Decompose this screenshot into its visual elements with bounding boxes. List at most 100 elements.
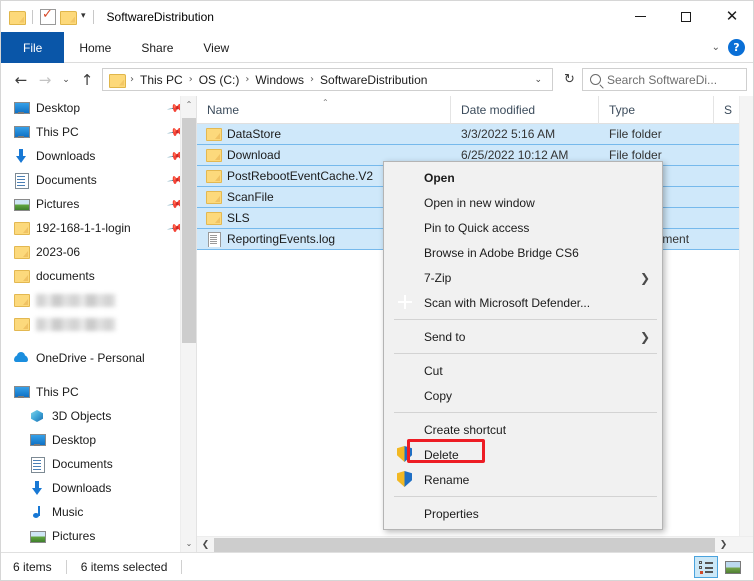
sidebar-item-3d-objects[interactable]: 3D Objects (1, 404, 196, 428)
folder-icon (205, 147, 222, 163)
ribbon-tabs: File Home Share View ⌄ ? (1, 32, 753, 63)
sidebar-item-pictures[interactable]: Pictures 📌 (1, 192, 196, 216)
menu-item-properties[interactable]: Properties (384, 501, 662, 526)
menu-item-scan-with-defender[interactable]: Scan with Microsoft Defender... (384, 290, 662, 315)
chevron-down-icon[interactable]: ⌄ (712, 42, 720, 53)
chevron-down-icon[interactable]: ▾ (81, 12, 86, 21)
tab-file[interactable]: File (1, 32, 65, 63)
sidebar-item-label: This PC (36, 125, 79, 139)
horizontal-scrollbar[interactable]: ❮ ❯ (197, 536, 753, 553)
scrollbar-thumb[interactable] (214, 537, 715, 552)
column-header-type[interactable]: Type (599, 96, 714, 124)
folder-icon (13, 220, 30, 236)
sidebar-item-label: 192-168-1-1-login (36, 221, 131, 235)
help-icon[interactable]: ? (728, 38, 745, 56)
scroll-up-icon[interactable]: ⌃ (181, 96, 196, 113)
sidebar-item-downloads[interactable]: Downloads 📌 (1, 144, 196, 168)
column-label: Date modified (461, 103, 536, 117)
selection-count: 6 items selected (80, 560, 168, 574)
details-view-button[interactable] (694, 556, 718, 578)
log-file-icon (205, 231, 221, 247)
column-header-date-modified[interactable]: Date modified (451, 96, 599, 124)
sidebar-item-192-168-1-1-login[interactable]: 192-168-1-1-login 📌 (1, 216, 196, 240)
window-controls: ✕ (617, 1, 753, 32)
window-title: SoftwareDistribution (106, 9, 214, 24)
sidebar-item-this-pc-root[interactable]: This PC (1, 380, 196, 404)
search-input[interactable]: Search SoftwareDi... (582, 68, 747, 91)
menu-item-create-shortcut[interactable]: Create shortcut (384, 417, 662, 442)
sidebar-item-documents-folder[interactable]: documents (1, 264, 196, 288)
sidebar-item-label: This PC (36, 385, 79, 399)
close-icon: ✕ (725, 7, 739, 25)
3d-objects-icon (29, 408, 45, 424)
document-icon (29, 456, 45, 473)
file-date-modified: 3/3/2022 5:16 AM (461, 127, 556, 141)
sidebar-item-pictures-pc[interactable]: Pictures (1, 524, 196, 548)
document-icon (13, 172, 29, 189)
refresh-button[interactable]: ↻ (557, 68, 582, 91)
sidebar-item-documents-pc[interactable]: Documents (1, 452, 196, 476)
file-name: Download (227, 148, 281, 162)
menu-item-pin-to-quick-access[interactable]: Pin to Quick access (384, 215, 662, 240)
table-row[interactable]: DataStore 3/3/2022 5:16 AM File folder (197, 124, 753, 145)
large-icons-view-icon (725, 560, 741, 574)
column-header-name[interactable]: Name ⌃ (197, 96, 451, 124)
file-type: File folder (609, 148, 662, 162)
sidebar-item-label-redacted (36, 293, 116, 307)
sidebar-item-this-pc[interactable]: This PC 📌 (1, 120, 196, 144)
menu-item-rename[interactable]: Rename (384, 467, 662, 492)
properties-checkmark-icon[interactable] (40, 7, 56, 25)
tab-share[interactable]: Share (126, 32, 188, 63)
sidebar-item-label: 3D Objects (52, 409, 112, 423)
breadcrumb-item-windows[interactable]: Windows (252, 73, 307, 87)
menu-item-copy[interactable]: Copy (384, 383, 662, 408)
sidebar-item-music[interactable]: Music (1, 500, 196, 524)
recent-locations-button[interactable]: ⌄ (57, 68, 75, 92)
back-button[interactable]: ← (9, 68, 33, 92)
sidebar-scrollbar[interactable]: ⌃ ⌄ (180, 96, 196, 552)
file-list-scrollbar[interactable] (739, 96, 753, 552)
folder-icon[interactable] (9, 10, 26, 25)
sidebar-item-2023-06[interactable]: 2023-06 (1, 240, 196, 264)
breadcrumb[interactable]: › This PC › OS (C:) › Windows › Software… (102, 68, 553, 91)
sidebar-item-redacted-2[interactable] (1, 312, 196, 336)
sidebar-item-label: Documents (36, 173, 97, 187)
scroll-left-icon[interactable]: ❮ (197, 537, 214, 553)
sidebar-item-desktop[interactable]: Desktop 📌 (1, 96, 196, 120)
menu-item-browse-in-adobe-bridge[interactable]: Browse in Adobe Bridge CS6 (384, 240, 662, 265)
menu-item-label: Scan with Microsoft Defender... (424, 295, 591, 310)
maximize-button[interactable] (663, 1, 709, 32)
up-button[interactable]: ↑ (75, 68, 99, 92)
chevron-down-icon[interactable]: ⌄ (526, 75, 550, 85)
scroll-right-icon[interactable]: ❯ (715, 537, 732, 553)
menu-item-delete[interactable]: Delete (384, 439, 662, 467)
menu-item-open[interactable]: Open (384, 165, 662, 190)
tab-view[interactable]: View (188, 32, 244, 63)
menu-separator (394, 496, 657, 497)
item-count: 6 items (13, 560, 52, 574)
breadcrumb-item-softwaredistribution[interactable]: SoftwareDistribution (317, 73, 430, 87)
breadcrumb-item-os-c[interactable]: OS (C:) (196, 73, 243, 87)
menu-item-send-to[interactable]: Send to ❯ (384, 324, 662, 349)
view-mode-buttons (694, 556, 753, 578)
sidebar-item-redacted-1[interactable] (1, 288, 196, 312)
menu-item-open-in-new-window[interactable]: Open in new window (384, 190, 662, 215)
minimize-button[interactable] (617, 1, 663, 32)
details-view-icon (698, 560, 714, 574)
breadcrumb-separator: › (130, 74, 134, 85)
sidebar-item-documents[interactable]: Documents 📌 (1, 168, 196, 192)
sidebar-item-onedrive[interactable]: OneDrive - Personal (1, 346, 196, 370)
menu-item-7-zip[interactable]: 7-Zip ❯ (384, 265, 662, 290)
breadcrumb-item-this-pc[interactable]: This PC (137, 73, 186, 87)
scroll-down-icon[interactable]: ⌄ (181, 535, 196, 552)
large-icons-view-button[interactable] (721, 556, 745, 578)
sidebar-item-downloads-pc[interactable]: Downloads (1, 476, 196, 500)
menu-item-cut[interactable]: Cut (384, 358, 662, 383)
new-folder-icon[interactable] (60, 10, 77, 25)
scrollbar-thumb[interactable] (182, 118, 196, 343)
tab-home[interactable]: Home (64, 32, 126, 63)
sidebar-item-desktop-pc[interactable]: Desktop (1, 428, 196, 452)
sidebar-item-label: Music (52, 505, 84, 519)
close-button[interactable]: ✕ (709, 1, 753, 32)
monitor-icon (13, 384, 30, 400)
